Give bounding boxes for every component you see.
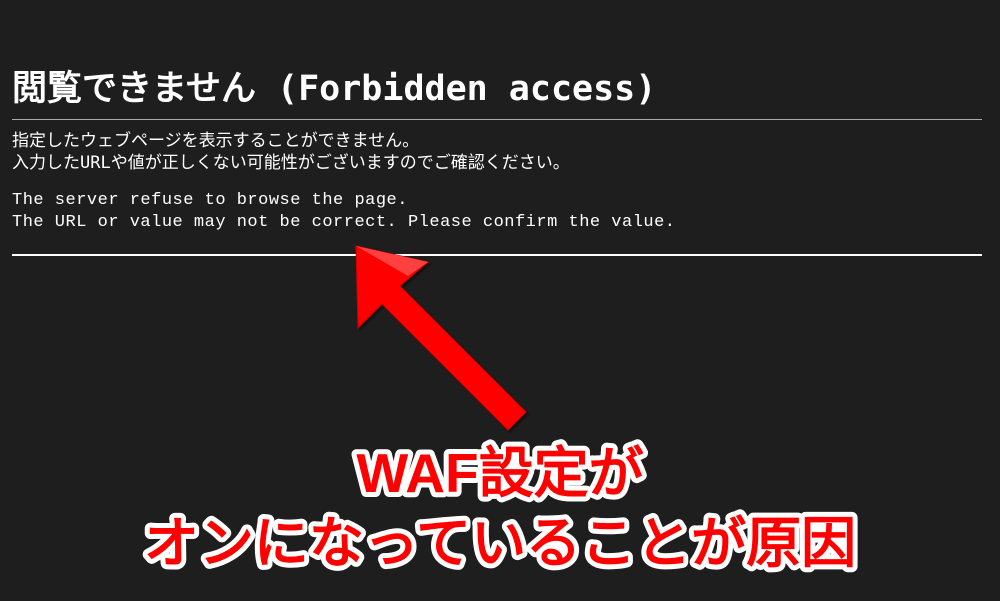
divider-top — [12, 119, 982, 120]
error-message-jp-2: 入力したURLや値が正しくない可能性がございますのでご確認ください。 — [12, 152, 982, 174]
spacer — [12, 174, 982, 190]
error-page-content: 閲覧できません (Forbidden access) 指定したウェブページを表示… — [0, 0, 1000, 268]
error-message-en-2: The URL or value may not be correct. Ple… — [12, 212, 982, 234]
error-message-en-1: The server refuse to browse the page. — [12, 190, 982, 212]
annotation-line-1: WAF設定が — [356, 442, 643, 504]
error-message-jp-1: 指定したウェブページを表示することができません。 — [12, 130, 982, 152]
annotation-text: WAF設定が オンになっていることが原因 — [0, 437, 1000, 591]
annotation-line-2: オンになっていることが原因 — [144, 512, 856, 574]
divider-bottom — [12, 254, 982, 256]
page-title: 閲覧できません (Forbidden access) — [12, 60, 982, 111]
